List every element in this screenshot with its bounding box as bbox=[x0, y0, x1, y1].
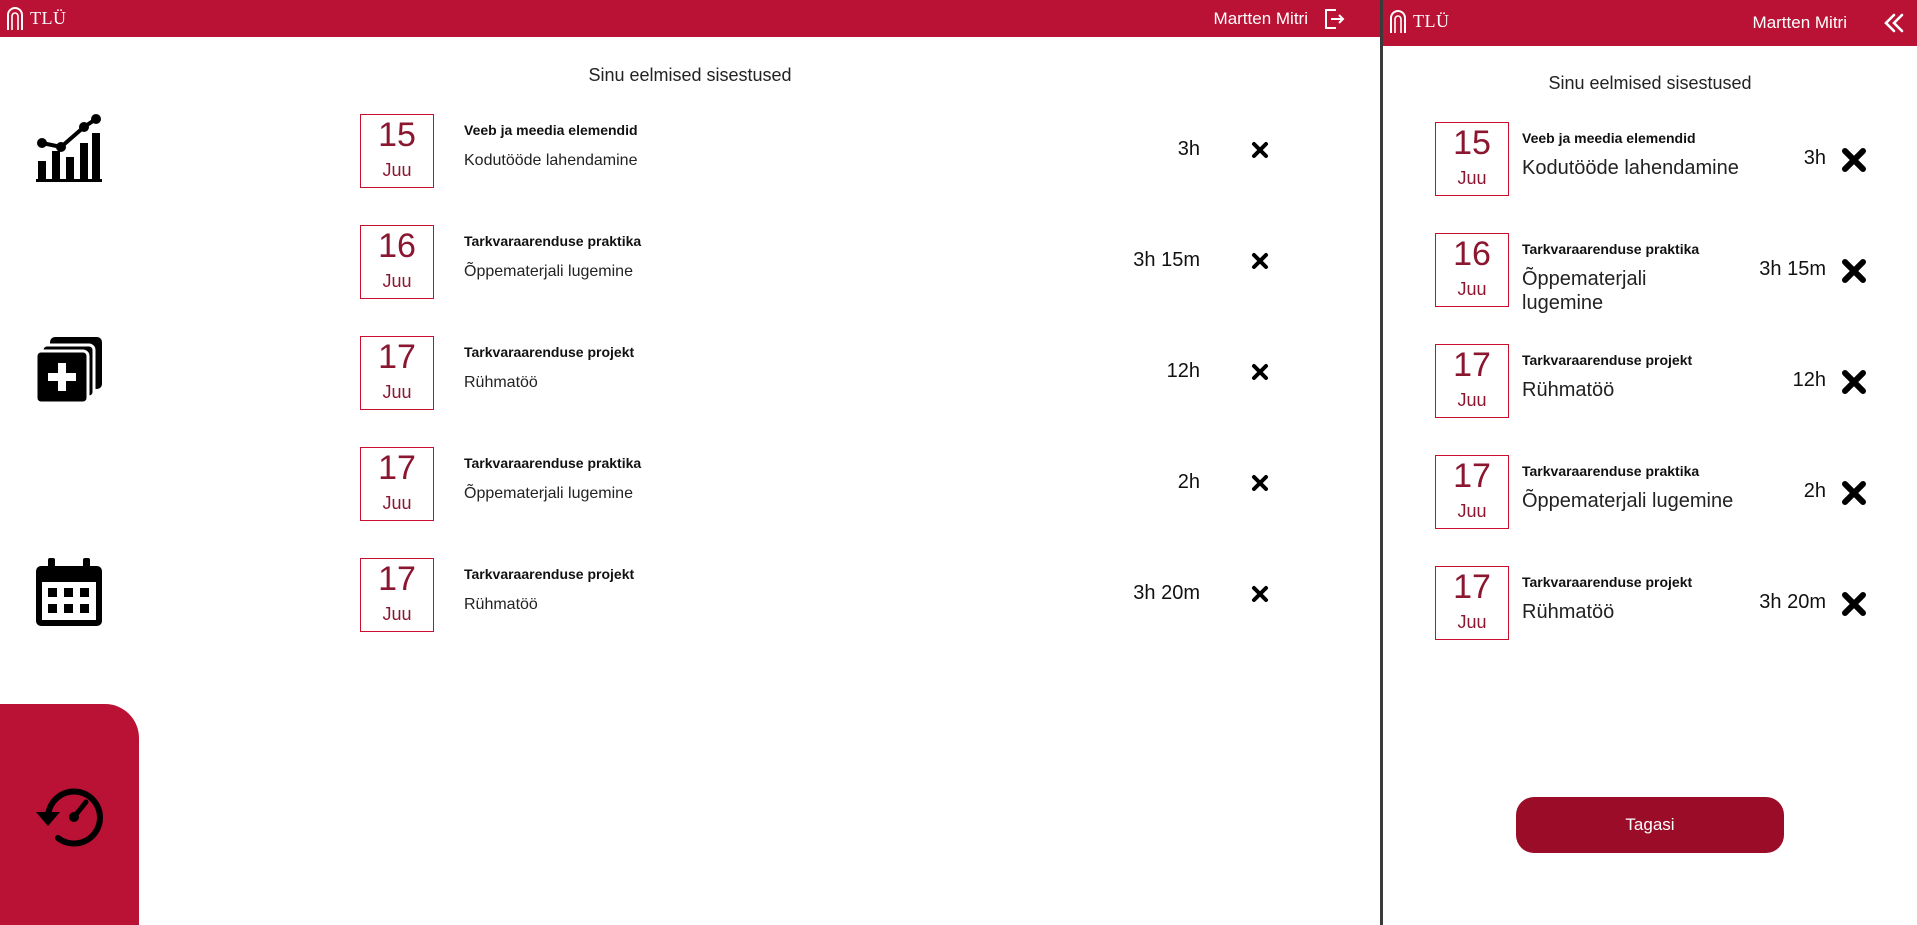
entry-row: 15 Juu Veeb ja meedia elemendid Kodutööd… bbox=[360, 114, 1268, 190]
close-x-icon[interactable] bbox=[1840, 146, 1868, 174]
date-month: Juu bbox=[382, 604, 412, 624]
entry-row: 16 Juu Tarkvaraarenduse praktika Õppemat… bbox=[360, 225, 1268, 301]
date-badge: 17 Juu bbox=[1435, 344, 1509, 418]
duration: 2h bbox=[1177, 471, 1200, 493]
duration: 3h 15m bbox=[1759, 258, 1826, 280]
course-name: Tarkvaraarenduse praktika bbox=[464, 455, 642, 471]
date-day: 17 bbox=[1453, 457, 1491, 495]
date-month: Juu bbox=[1457, 612, 1487, 632]
course-name: Veeb ja meedia elemendid bbox=[1522, 130, 1696, 146]
entry-row: 16 Juu Tarkvaraarenduse praktika Õppemat… bbox=[1435, 233, 1895, 314]
course-name: Tarkvaraarenduse projekt bbox=[1522, 352, 1693, 368]
user-name[interactable]: Martten Mitri bbox=[1753, 13, 1847, 33]
close-x-icon[interactable] bbox=[1250, 140, 1270, 160]
task-name: Kodutööde lahendamine bbox=[464, 152, 638, 169]
date-day: 15 bbox=[1453, 124, 1491, 162]
course-name: Veeb ja meedia elemendid bbox=[464, 122, 638, 138]
duration: 12h bbox=[1792, 369, 1826, 391]
date-badge: 17 Juu bbox=[1435, 455, 1509, 529]
course-name: Tarkvaraarenduse projekt bbox=[464, 344, 635, 360]
task-name: Rühmatöö bbox=[464, 374, 538, 391]
duration: 12h bbox=[1166, 360, 1200, 382]
double-chevron-left-icon[interactable] bbox=[1883, 12, 1905, 34]
close-x-icon[interactable] bbox=[1250, 362, 1270, 382]
entry-row: 17 Juu Tarkvaraarenduse projekt Rühmatöö… bbox=[360, 558, 1268, 634]
duration: 3h bbox=[1803, 147, 1826, 169]
tlu-arch-logo-icon bbox=[1390, 10, 1406, 33]
entry-row: 17 Juu Tarkvaraarenduse praktika Õppemat… bbox=[360, 447, 1268, 523]
date-badge: 16 Juu bbox=[1435, 233, 1509, 307]
duration: 3h 20m bbox=[1133, 582, 1200, 604]
page-title: Sinu eelmised sisestused bbox=[1548, 73, 1752, 93]
page-title: Sinu eelmised sisestused bbox=[588, 65, 792, 85]
close-x-icon[interactable] bbox=[1250, 251, 1270, 271]
close-x-icon[interactable] bbox=[1840, 590, 1868, 618]
history-icon bbox=[36, 788, 103, 847]
date-badge: 17 Juu bbox=[360, 447, 434, 521]
entry-row: 15 Juu Veeb ja meedia elemendid Kodutööd… bbox=[1435, 122, 1895, 202]
course-name: Tarkvaraarenduse projekt bbox=[1522, 574, 1693, 590]
duration: 3h 15m bbox=[1133, 249, 1200, 271]
date-badge: 17 Juu bbox=[360, 558, 434, 632]
duration: 3h bbox=[1177, 138, 1200, 160]
course-name: Tarkvaraarenduse projekt bbox=[464, 566, 635, 582]
top-bar: TLÜ Martten Mitri bbox=[0, 0, 1380, 37]
chart-icon[interactable] bbox=[34, 113, 104, 183]
duration: 3h 20m bbox=[1759, 591, 1826, 613]
date-month: Juu bbox=[382, 160, 412, 180]
close-x-icon[interactable] bbox=[1840, 257, 1868, 285]
duration: 2h bbox=[1803, 480, 1826, 502]
history-tab[interactable] bbox=[0, 704, 139, 925]
course-name: Tarkvaraarenduse praktika bbox=[464, 233, 642, 249]
date-badge: 17 Juu bbox=[1435, 566, 1509, 640]
date-month: Juu bbox=[1457, 501, 1487, 521]
date-day: 17 bbox=[378, 560, 416, 598]
date-badge: 15 Juu bbox=[360, 114, 434, 188]
date-day: 17 bbox=[378, 338, 416, 376]
date-day: 16 bbox=[1453, 235, 1491, 273]
date-month: Juu bbox=[382, 493, 412, 513]
brand-logo[interactable]: TLÜ bbox=[1389, 9, 1450, 33]
brand-name: TLÜ bbox=[30, 7, 67, 28]
course-name: Tarkvaraarenduse praktika bbox=[1522, 463, 1700, 479]
calendar-icon[interactable] bbox=[34, 558, 104, 628]
date-month: Juu bbox=[1457, 390, 1487, 410]
date-day: 17 bbox=[1453, 346, 1491, 384]
date-day: 16 bbox=[378, 227, 416, 265]
date-month: Juu bbox=[1457, 168, 1487, 188]
date-day: 15 bbox=[378, 116, 416, 154]
date-month: Juu bbox=[1457, 279, 1487, 299]
date-month: Juu bbox=[382, 271, 412, 291]
date-day: 17 bbox=[1453, 568, 1491, 606]
close-x-icon[interactable] bbox=[1840, 479, 1868, 507]
logout-icon[interactable] bbox=[1322, 7, 1346, 31]
task-name: Rühmatöö bbox=[464, 596, 538, 613]
mobile-view: TLÜ Martten Mitri Sinu eelmised sisestus… bbox=[1383, 0, 1917, 925]
entry-row: 17 Juu Tarkvaraarenduse projekt Rühmatöö… bbox=[360, 336, 1268, 412]
close-x-icon[interactable] bbox=[1250, 473, 1270, 493]
entry-row: 17 Juu Tarkvaraarenduse praktika Õppemat… bbox=[1435, 455, 1895, 535]
brand-name: TLÜ bbox=[1413, 10, 1450, 31]
tlu-arch-logo-icon bbox=[7, 7, 23, 30]
task-name: Õppematerjali lugemine bbox=[464, 263, 633, 280]
close-x-icon[interactable] bbox=[1840, 368, 1868, 396]
date-badge: 17 Juu bbox=[360, 336, 434, 410]
user-name[interactable]: Martten Mitri bbox=[1214, 9, 1308, 29]
brand-logo[interactable]: TLÜ bbox=[6, 6, 67, 30]
desktop-view: TLÜ Martten Mitri Sinu eelmised sisestus… bbox=[0, 0, 1380, 925]
date-badge: 15 Juu bbox=[1435, 122, 1509, 196]
entry-row: 17 Juu Tarkvaraarenduse projekt Rühmatöö… bbox=[1435, 344, 1895, 424]
date-month: Juu bbox=[382, 382, 412, 402]
course-name: Tarkvaraarenduse praktika bbox=[1522, 241, 1700, 257]
entry-row: 17 Juu Tarkvaraarenduse projekt Rühmatöö… bbox=[1435, 566, 1895, 646]
date-badge: 16 Juu bbox=[360, 225, 434, 299]
date-day: 17 bbox=[378, 449, 416, 487]
task-name: Õppematerjali lugemine bbox=[464, 485, 633, 502]
top-bar: TLÜ Martten Mitri bbox=[1383, 0, 1917, 46]
add-entry-icon[interactable] bbox=[34, 335, 104, 405]
back-button[interactable]: Tagasi bbox=[1516, 797, 1784, 853]
close-x-icon[interactable] bbox=[1250, 584, 1270, 604]
